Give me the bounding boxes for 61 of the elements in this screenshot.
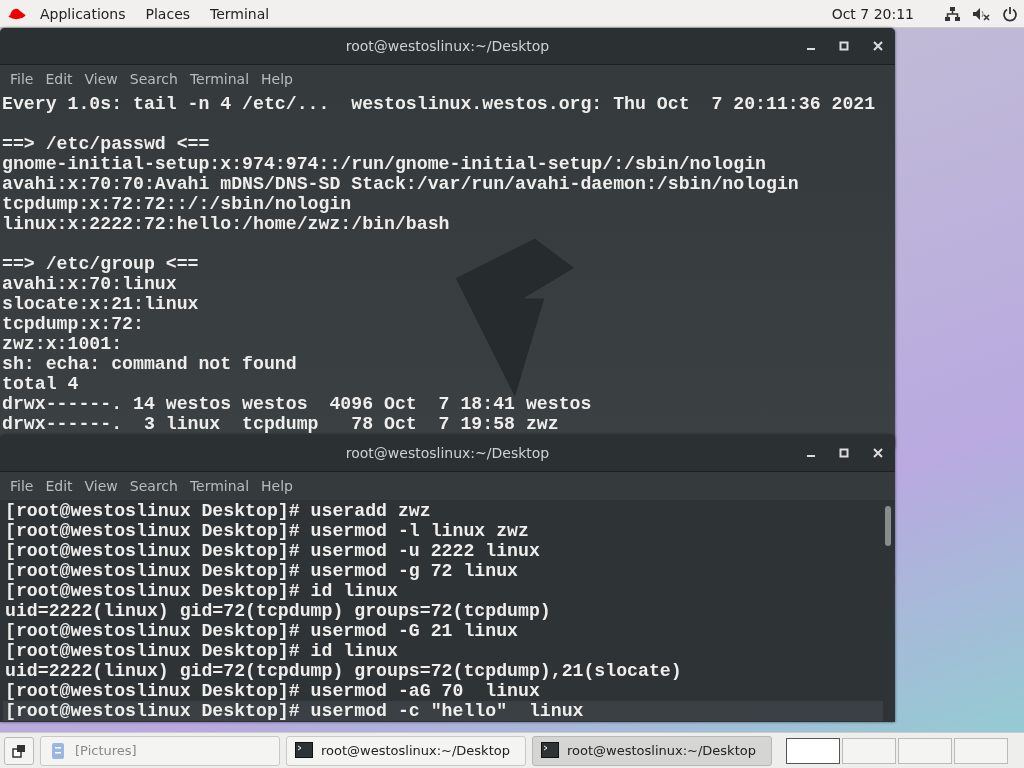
maximize-icon — [839, 41, 849, 51]
terminal-line: [root@westoslinux Desktop]# usermod -g 72 linux — [5, 561, 518, 581]
terminal-line: slocate:x:21:linux — [2, 294, 199, 314]
maximize-icon — [839, 448, 849, 458]
clock[interactable]: Oct 7 20:11 — [831, 5, 914, 22]
terminal-line: ==> /etc/group <== — [2, 254, 199, 274]
terminal-line: [root@westoslinux Desktop]# usermod -G 21 linux — [5, 621, 518, 641]
terminal-line: ==> /etc/passwd <== — [2, 134, 210, 154]
window-title: root@westoslinux:~/Desktop — [345, 38, 550, 54]
terminal-line: uid=2222(linux) gid=72(tcpdump) groups=72(tcpdump),21(slocate) — [5, 661, 682, 681]
menu-item[interactable]: Applications — [30, 5, 136, 22]
menu-item[interactable]: Edit — [39, 71, 79, 87]
taskbar-item[interactable]: root@westoslinux:~/Desktop — [532, 735, 772, 766]
terminal-icon — [295, 741, 313, 760]
menu-item[interactable]: Search — [123, 71, 184, 87]
terminal-line: avahi:x:70:linux — [2, 274, 177, 294]
terminal-line: [root@westoslinux Desktop]# usermod -l linux zwz — [5, 521, 529, 541]
windows-icon — [12, 743, 26, 758]
terminal-line: drwx------. 14 westos westos 4096 Oct 7 18:41 westos — [2, 394, 592, 414]
minimize-icon — [807, 455, 815, 457]
terminal-line: [root@westoslinux Desktop]# id linux — [5, 641, 398, 661]
file-cabinet-icon — [49, 741, 67, 760]
menu-item[interactable]: Terminal — [183, 71, 256, 87]
terminal-line: Every 1.0s: tail -n 4 /etc/... westoslinux.westos.org: Thu Oct 7 20:11:36 2021 — [2, 94, 876, 114]
minimize-icon — [807, 48, 815, 50]
taskbar-item[interactable]: root@westoslinux:~/Desktop — [286, 735, 526, 766]
terminal-line: [root@westoslinux Desktop]# usermod -aG 70 linux — [5, 681, 540, 701]
network-icon — [944, 5, 960, 22]
menu-item[interactable]: Edit — [39, 478, 79, 494]
hat-icon — [8, 6, 26, 21]
menu-item[interactable]: View — [78, 478, 124, 494]
taskbar-item[interactable]: [Pictures] — [40, 735, 280, 766]
terminal-line: drwx------. 3 linux tcpdump 78 Oct 7 19:58 zwz — [2, 414, 559, 434]
close-icon — [873, 41, 883, 51]
menu-item[interactable]: View — [78, 71, 124, 87]
terminal-line: gnome-initial-setup:x:974:974::/run/gnome-initial-setup/:/sbin/nologin — [2, 154, 766, 174]
terminal-line: [root@westoslinux Desktop]# usermod -u 2222 linux — [5, 541, 540, 561]
terminal-line: avahi:x:70:70:Avahi mDNS/DNS-SD Stack:/var/run/avahi-daemon:/sbin/nologin — [2, 174, 799, 194]
terminal-line: uid=2222(linux) gid=72(tcpdump) groups=72(tcpdump) — [5, 601, 551, 621]
terminal-line: [root@westoslinux Desktop]# id linux — [5, 581, 398, 601]
menu-item[interactable]: File — [4, 71, 40, 87]
terminal-line: total 4 — [2, 374, 79, 394]
workspace-switcher[interactable] — [786, 737, 1008, 764]
menu-item[interactable]: Search — [123, 478, 184, 494]
terminal-line: sh: echa: command not found — [2, 354, 297, 374]
menu-item[interactable]: Help — [255, 71, 299, 87]
menu-item[interactable]: File — [4, 478, 40, 494]
menu-item[interactable]: Terminal — [183, 478, 256, 494]
close-icon — [873, 448, 883, 458]
menu-item[interactable]: Places — [135, 5, 201, 22]
terminal-icon — [541, 741, 559, 760]
workspace-button[interactable] — [4, 736, 34, 765]
menu-item[interactable]: Terminal — [200, 5, 280, 22]
power-icon — [1002, 5, 1018, 22]
window-title: root@westoslinux:~/Desktop — [345, 445, 550, 461]
menu-item[interactable]: Help — [255, 478, 299, 494]
terminal-line: tcpdump:x:72:72::/:/sbin/nologin — [2, 194, 352, 214]
terminal-line: [root@westoslinux Desktop]# useradd zwz — [5, 501, 431, 521]
terminal-line: zwz:x:1001: — [2, 334, 123, 354]
terminal-line: linux:x:2222:72:hello:/home/zwz:/bin/bash — [2, 214, 450, 234]
terminal-line: tcpdump:x:72: — [2, 314, 144, 334]
